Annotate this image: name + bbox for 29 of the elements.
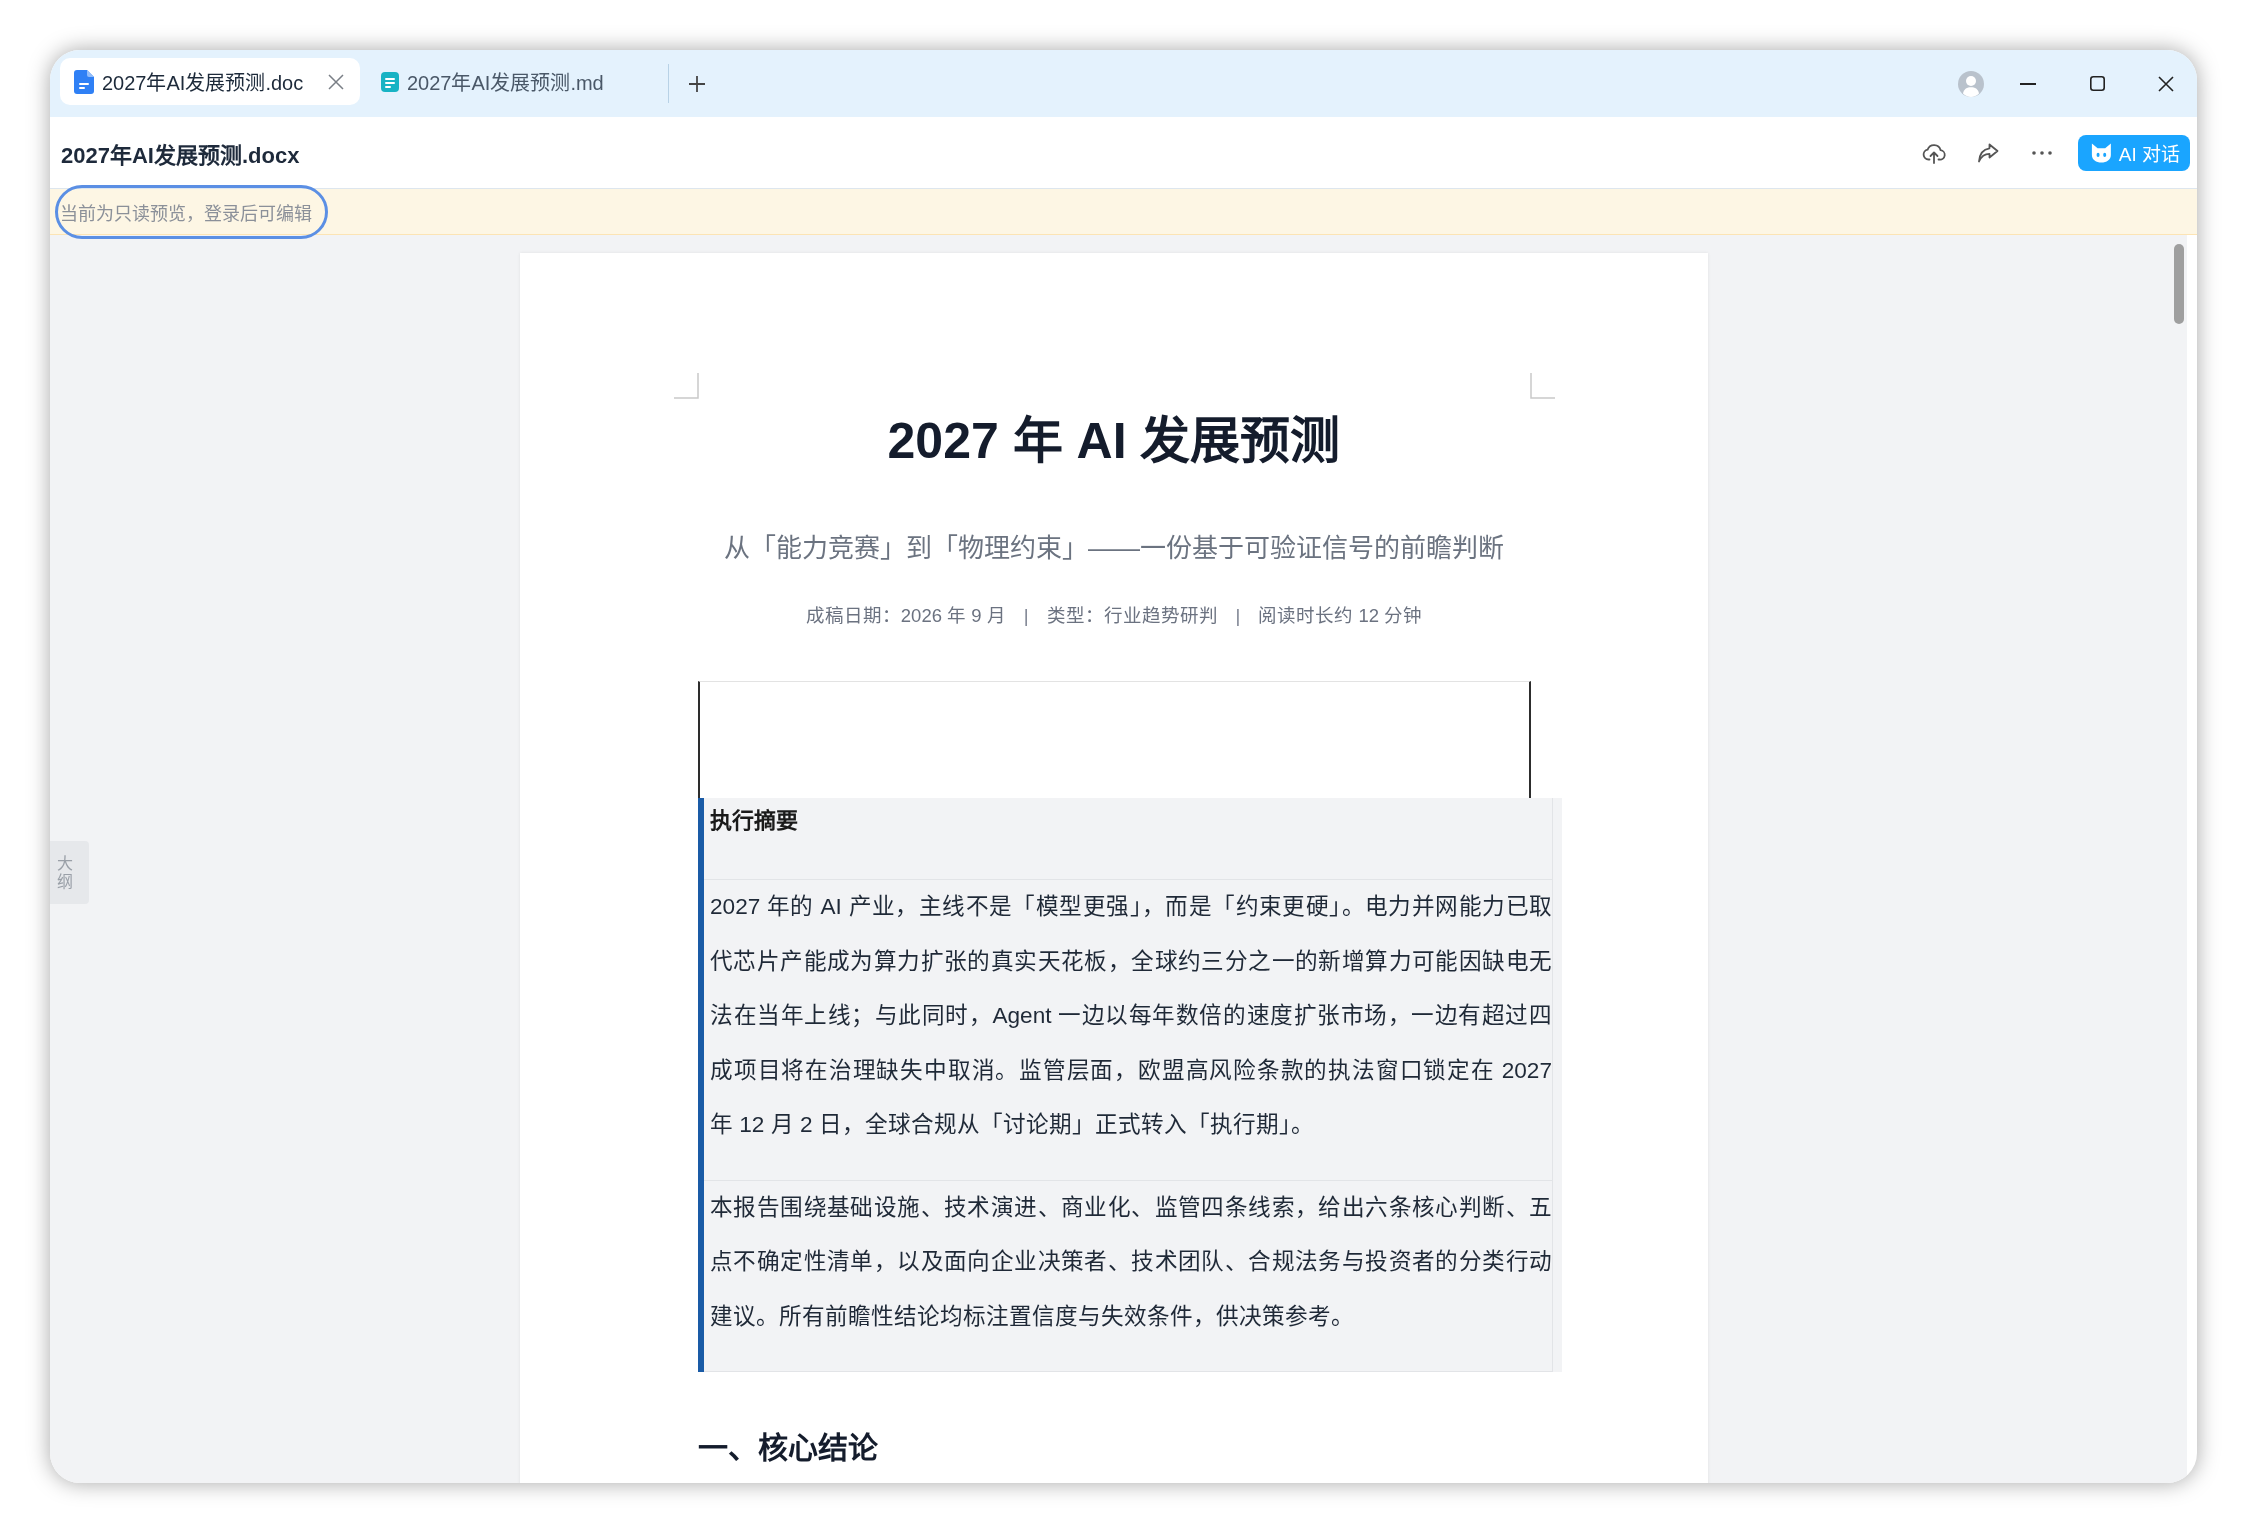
- cat-icon: [2090, 141, 2113, 164]
- summary-heading: 执行摘要: [710, 807, 799, 835]
- section-heading: 一、核心结论: [698, 1430, 879, 1466]
- minimize-icon: [2020, 82, 2036, 85]
- maximize-icon: [2089, 76, 2105, 91]
- close-icon[interactable]: [328, 73, 344, 90]
- document-title: 2027 年 AI 发展预测: [886, 412, 1342, 471]
- scrollbar-thumb[interactable]: [2174, 244, 2184, 324]
- meta-info: 成稿日期：2026 年 9 月: [805, 604, 1006, 628]
- file-tile-icon: [381, 71, 399, 92]
- meta-info: 阅读时长约 12 分钟: [1258, 604, 1423, 628]
- document-icon: [74, 69, 94, 94]
- notice-text: 当前为只读预览，登录后可编辑: [60, 202, 312, 225]
- summary-paragraph: 2027 年的 AI 产业，主线不是「模型更强」，而是「约束更硬」。电力并网能力已取代芯片产能成为算力扩张的真实天花板，全球约三分之一的新增算力可能因缺电无法在当年上线；与此同时，Agent 一边以每年数倍的速度扩张市场，一边有超过四成项目将在治理缺失中取消。监管层面，欧盟高风险条款的执法窗口锁定在 2027 年 12 月 2 日，全球合规从「讨论期」正式转入「执行期」。: [710, 893, 1552, 1139]
- subtitle: 从「能力竞赛」到「物理约束」——一份基于可验证信号的前瞻判断: [723, 532, 1505, 565]
- plus-icon: [688, 74, 706, 93]
- summary-paragraph: 本报告围绕基础设施、技术演进、商业化、监管四条线索，给出六条核心判断、五点不确定性清单，以及面向企业决策者、技术团队、合规法务与投资者的分类行动建议。所有前瞻性结论均标注置信度与失效条件，供决策参考。: [710, 1193, 1552, 1331]
- crop-mark-icon: [674, 373, 699, 399]
- tab[interactable]: 2027年AI发展预测.md: [367, 58, 667, 105]
- close-icon: [2158, 75, 2174, 92]
- document-name: 2027年AI发展预测.docx: [61, 141, 300, 169]
- cloud-upload-icon: [1922, 141, 1946, 164]
- tab[interactable]: 2027年AI发展预测.doc: [60, 58, 360, 105]
- share-icon: [1976, 141, 2000, 164]
- crop-mark-icon: [1530, 373, 1555, 399]
- more-icon: [2032, 150, 2052, 155]
- meta-info: 类型：行业趋势研判: [1046, 604, 1218, 628]
- meta-separator: |: [1235, 604, 1241, 628]
- meta-separator: |: [1023, 604, 1029, 628]
